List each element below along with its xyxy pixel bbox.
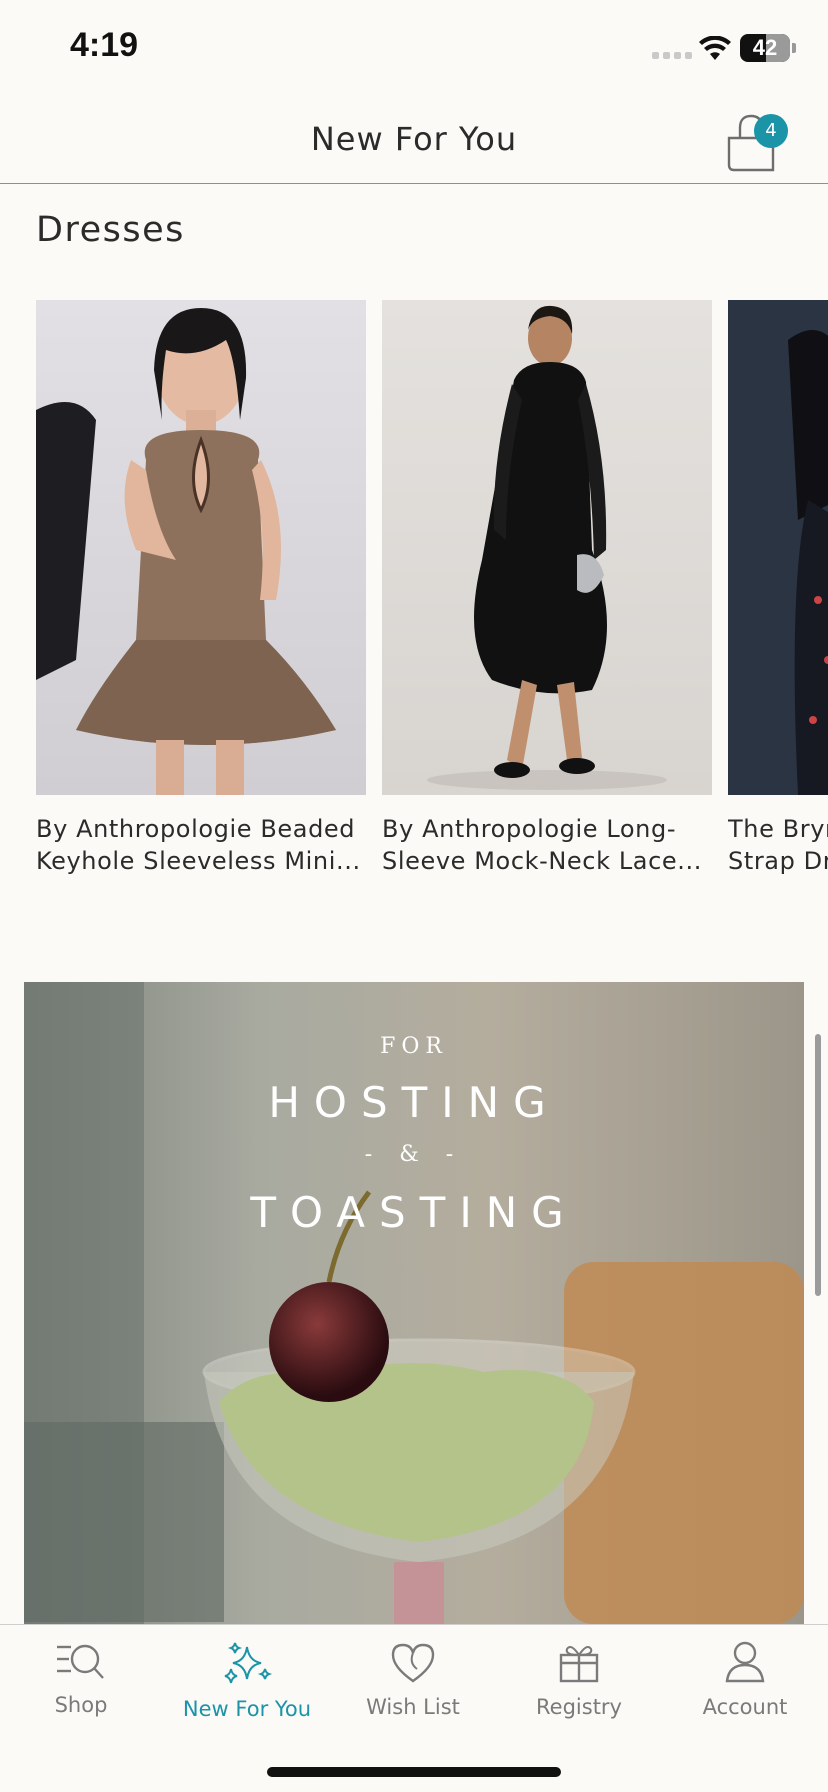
product-card[interactable]: The Bryn Strap Dr xyxy=(728,300,828,877)
scroll-indicator[interactable] xyxy=(815,1034,821,1296)
product-name[interactable]: By Anthropologie Beaded Keyhole Sleevele… xyxy=(36,813,366,877)
product-name[interactable]: By Anthropologie Long- Sleeve Mock-Neck … xyxy=(382,813,712,877)
cart-count-badge: 4 xyxy=(754,114,788,148)
product-image[interactable] xyxy=(728,300,828,795)
promo-line-toasting: TOASTING xyxy=(250,1188,578,1237)
tab-label: Shop xyxy=(54,1693,108,1717)
page-title: New For You xyxy=(310,120,518,158)
tab-label: Wish List xyxy=(366,1695,460,1719)
sparkle-icon xyxy=(224,1642,273,1684)
product-card[interactable]: By Anthropologie Long- Sleeve Mock-Neck … xyxy=(382,300,712,877)
section-title: Dresses xyxy=(36,210,185,250)
promo-banner[interactable]: FOR HOSTING - & - TOASTING xyxy=(24,982,804,1624)
tab-shop[interactable]: Shop xyxy=(6,1641,156,1717)
tab-label: New For You xyxy=(182,1697,312,1721)
tab-label: Registry xyxy=(536,1695,622,1719)
battery-level: 42 xyxy=(752,35,778,60)
header: New For You xyxy=(0,100,828,184)
product-card[interactable]: By Anthropologie Beaded Keyhole Sleevele… xyxy=(36,300,366,877)
product-image[interactable] xyxy=(382,300,712,795)
product-image[interactable] xyxy=(36,300,366,795)
tab-new-for-you[interactable]: New For You xyxy=(172,1641,322,1721)
tab-wish-list[interactable]: Wish List xyxy=(338,1641,488,1719)
cellular-signal-icon xyxy=(652,52,692,59)
status-bar: 4:19 42 xyxy=(0,0,828,100)
home-indicator[interactable] xyxy=(267,1767,561,1777)
tab-registry[interactable]: Registry xyxy=(504,1641,654,1719)
heart-icon xyxy=(391,1643,435,1683)
product-name[interactable]: The Bryn Strap Dr xyxy=(728,813,828,877)
gift-icon xyxy=(559,1646,599,1683)
promo-line-for: FOR xyxy=(380,1034,448,1059)
search-icon xyxy=(57,1644,104,1679)
promo-line-ampersand: - & - xyxy=(364,1142,464,1167)
tab-account[interactable]: Account xyxy=(670,1641,820,1719)
person-icon xyxy=(725,1641,765,1683)
promo-line-hosting: HOSTING xyxy=(268,1078,560,1127)
battery-icon: 42 xyxy=(740,34,790,62)
tab-label: Account xyxy=(702,1695,788,1719)
status-time: 4:19 xyxy=(70,26,139,64)
product-carousel[interactable]: By Anthropologie Beaded Keyhole Sleevele… xyxy=(0,300,828,890)
wifi-icon xyxy=(699,36,731,60)
